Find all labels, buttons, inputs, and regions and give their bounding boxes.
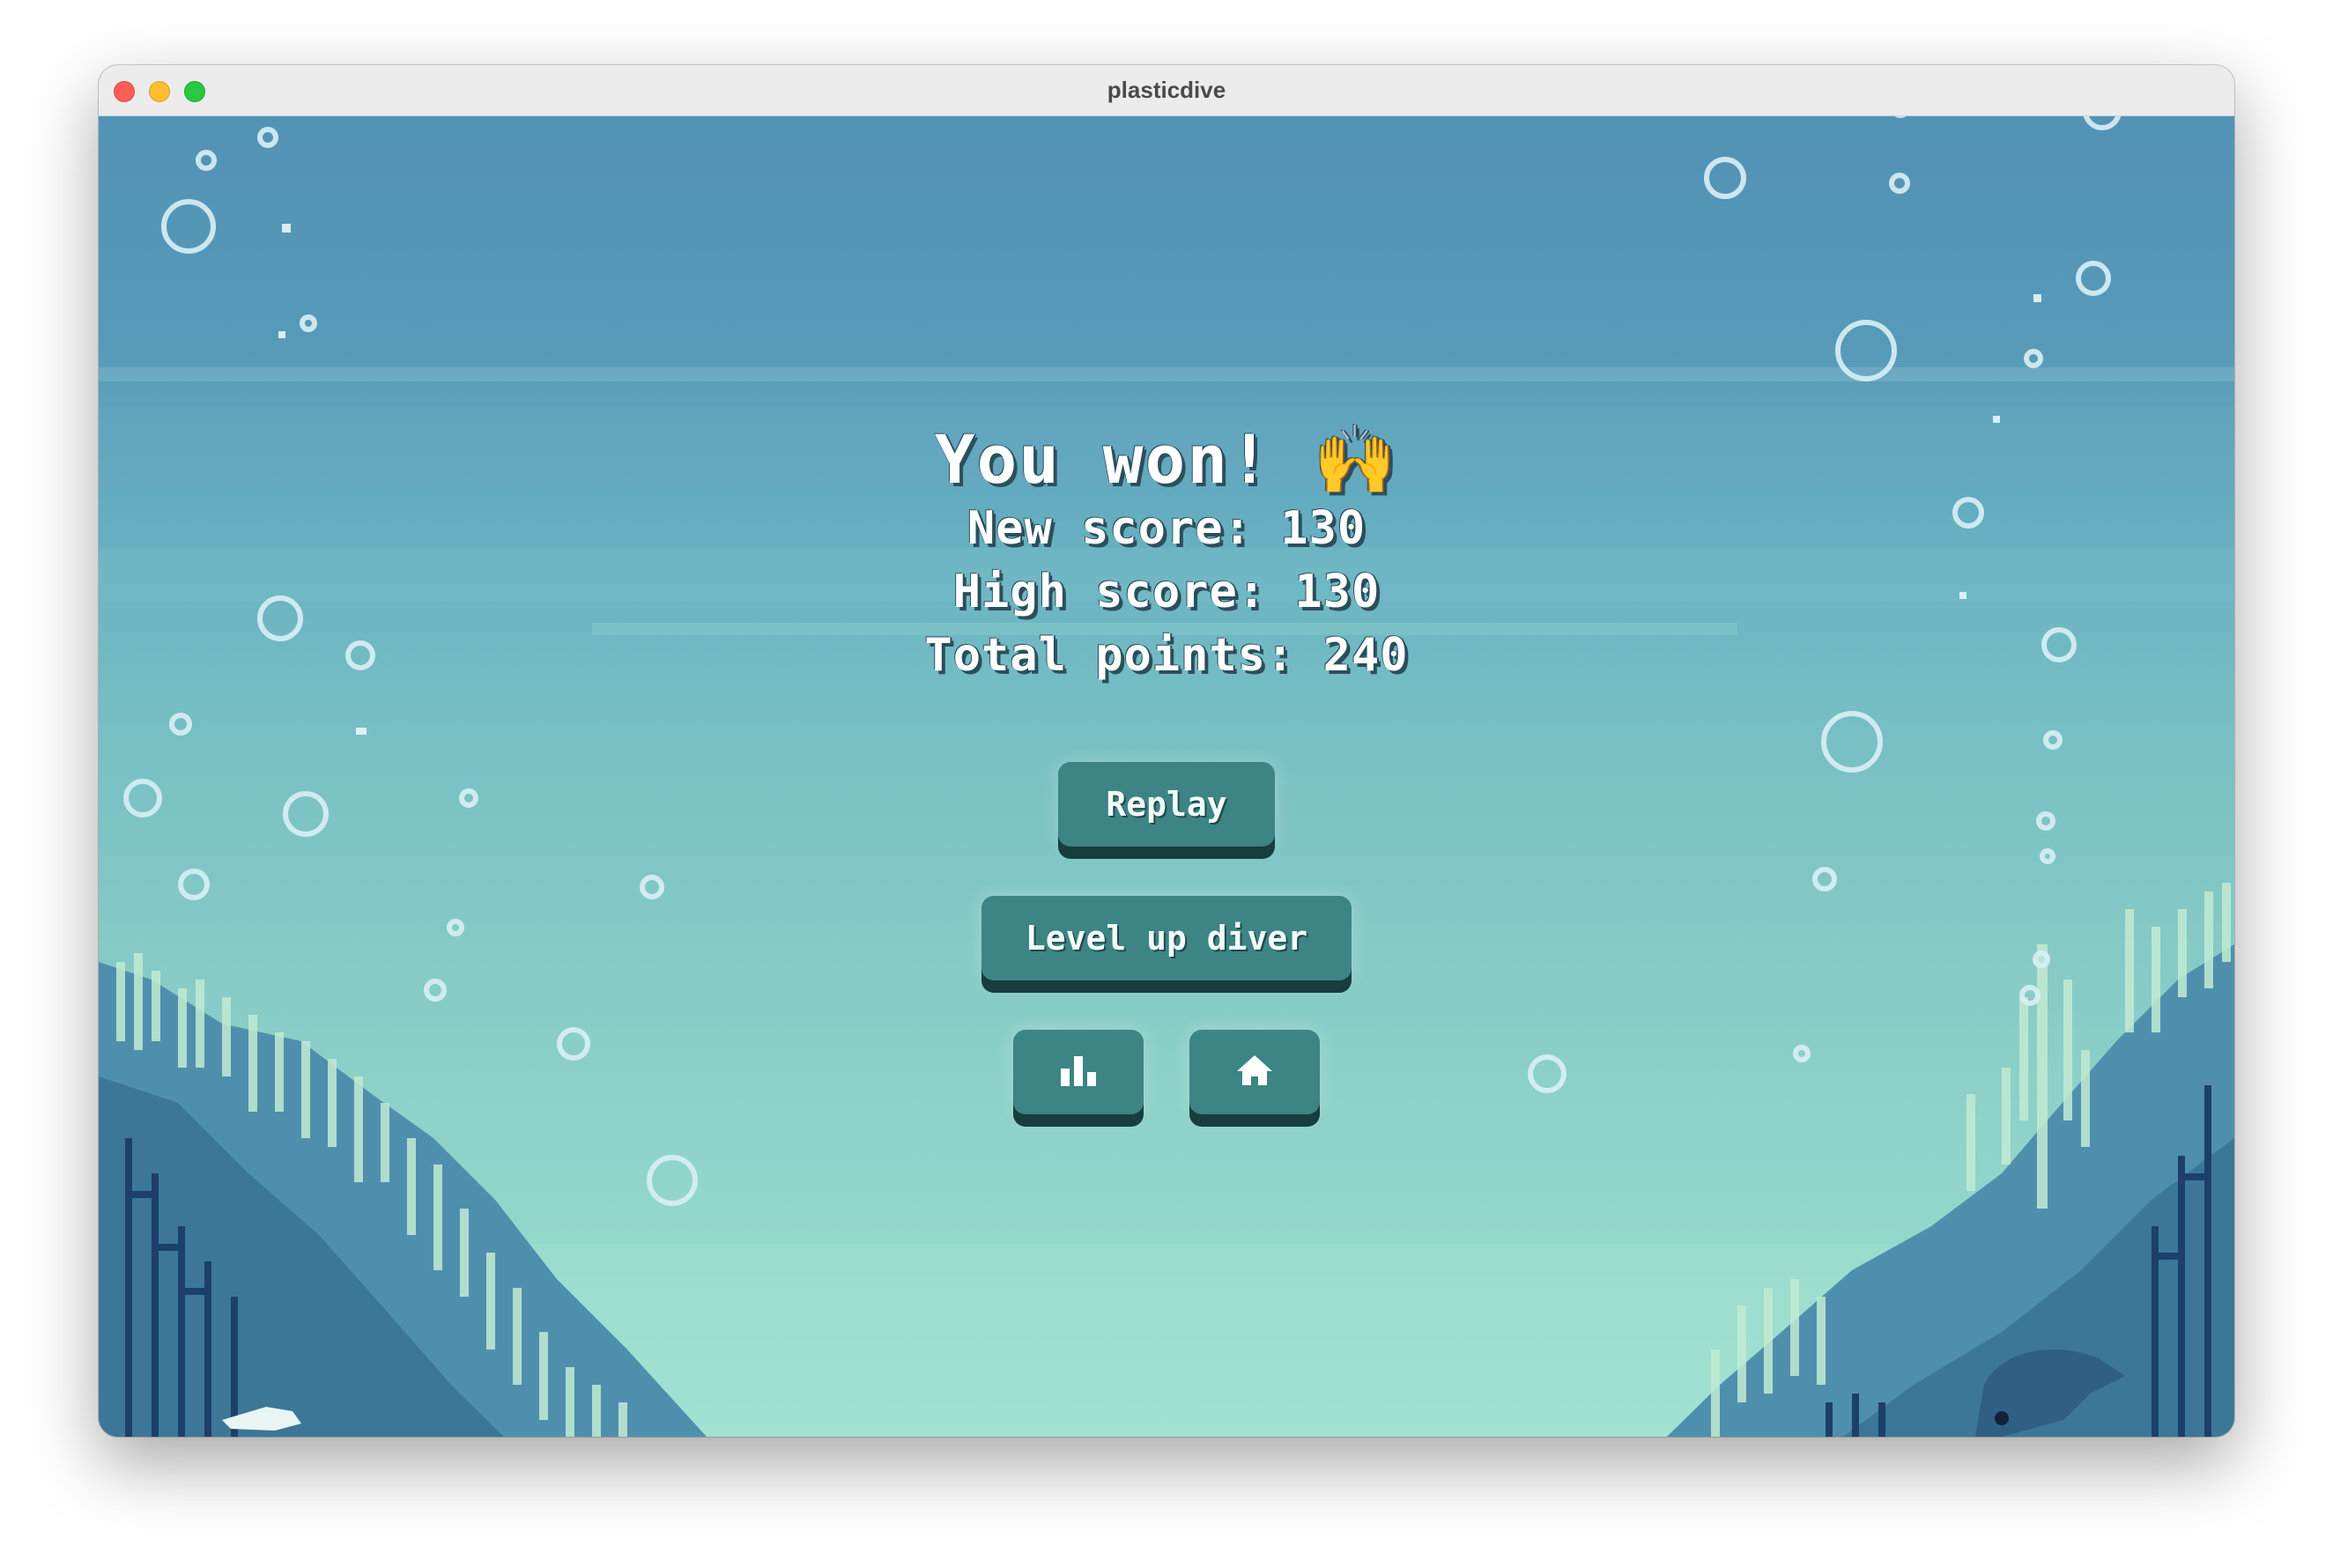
window-title: plasticdive (1107, 77, 1226, 103)
level-up-diver-button-label: Level up diver (1025, 919, 1308, 958)
app-window: plasticdive You won! 🙌 New score: 130 Hi… (99, 65, 2234, 1437)
replay-button-label: Replay (1106, 785, 1227, 824)
game-scene: You won! 🙌 New score: 130 High score: 13… (99, 116, 2234, 1437)
home-button[interactable] (1189, 1030, 1320, 1114)
bar-chart-icon (1061, 1056, 1096, 1086)
win-heading: You won! 🙌 (934, 420, 1399, 499)
total-points-text: Total points: 240 (924, 629, 1409, 682)
result-panel: You won! 🙌 New score: 130 High score: 13… (99, 116, 2234, 1437)
leaderboard-button[interactable] (1013, 1030, 1144, 1114)
title-bar: plasticdive (99, 65, 2234, 116)
home-icon (1237, 1055, 1272, 1085)
replay-button[interactable]: Replay (1058, 762, 1275, 847)
new-score-text: New score: 130 (967, 502, 1366, 555)
level-up-diver-button[interactable]: Level up diver (981, 896, 1352, 980)
high-score-text: High score: 130 (952, 566, 1381, 618)
